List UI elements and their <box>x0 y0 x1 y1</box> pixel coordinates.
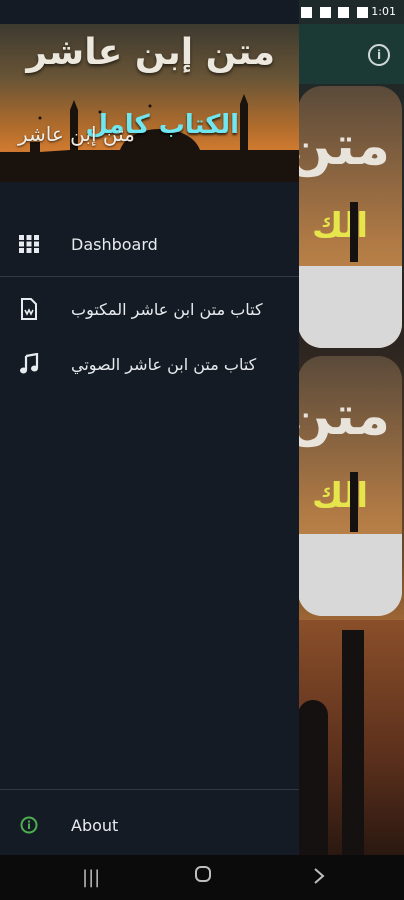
document-icon <box>21 298 37 320</box>
music-note-icon <box>20 353 39 374</box>
minaret-silhouette <box>350 472 358 532</box>
minaret-silhouette <box>350 202 358 262</box>
home-button[interactable] <box>194 865 212 888</box>
book-card-audio[interactable]: متن الك <box>298 356 402 616</box>
info-icon[interactable]: i <box>368 44 390 66</box>
info-icon <box>20 816 38 834</box>
menu-divider <box>0 276 299 277</box>
navigation-drawer: متن إبن عاشر الكتاب كامل متن إبن عاشر Da… <box>0 0 299 855</box>
menu-item-written-book[interactable]: كتاب متن ابن عاشر المكتوب <box>0 287 299 331</box>
card-footer <box>298 534 402 616</box>
card-subtitle: الك <box>312 476 369 516</box>
menu-item-label: كتاب متن ابن عاشر المكتوب <box>71 299 263 319</box>
grid-icon <box>19 235 39 253</box>
menu-item-dashboard[interactable]: Dashboard <box>0 222 299 266</box>
drawer-title: متن إبن عاشر <box>26 32 275 73</box>
drawer-header: متن إبن عاشر الكتاب كامل متن إبن عاشر <box>0 24 299 182</box>
card-subtitle: الك <box>312 206 369 246</box>
menu-item-audio-book[interactable]: كتاب متن ابن عاشر الصوتي <box>0 342 299 386</box>
card-title: متن <box>298 384 391 447</box>
menu-item-label: كتاب متن ابن عاشر الصوتي <box>71 354 257 374</box>
check-icon <box>319 6 331 18</box>
facebook-icon <box>301 6 313 18</box>
menu-item-label: About <box>71 815 119 835</box>
card-title: متن <box>298 114 391 177</box>
recent-apps-button[interactable]: ||| <box>82 867 100 888</box>
system-nav-bar: ||| <box>0 855 404 900</box>
book-card-written[interactable]: متن الك <box>298 86 402 348</box>
back-button[interactable] <box>312 867 326 890</box>
menu-item-label: Dashboard <box>71 234 158 254</box>
menu-item-about[interactable]: About <box>0 803 299 847</box>
menu-divider <box>0 789 299 790</box>
status-right: 1:01 <box>297 5 396 18</box>
clock: 1:01 <box>371 5 396 18</box>
chevron-right-icon <box>314 868 325 884</box>
mosque-background-scene <box>298 620 404 855</box>
sim-icon <box>356 6 368 18</box>
image-icon <box>338 6 350 18</box>
drawer-caption: متن إبن عاشر <box>18 122 135 146</box>
home-icon <box>195 866 211 882</box>
card-footer <box>298 266 402 348</box>
